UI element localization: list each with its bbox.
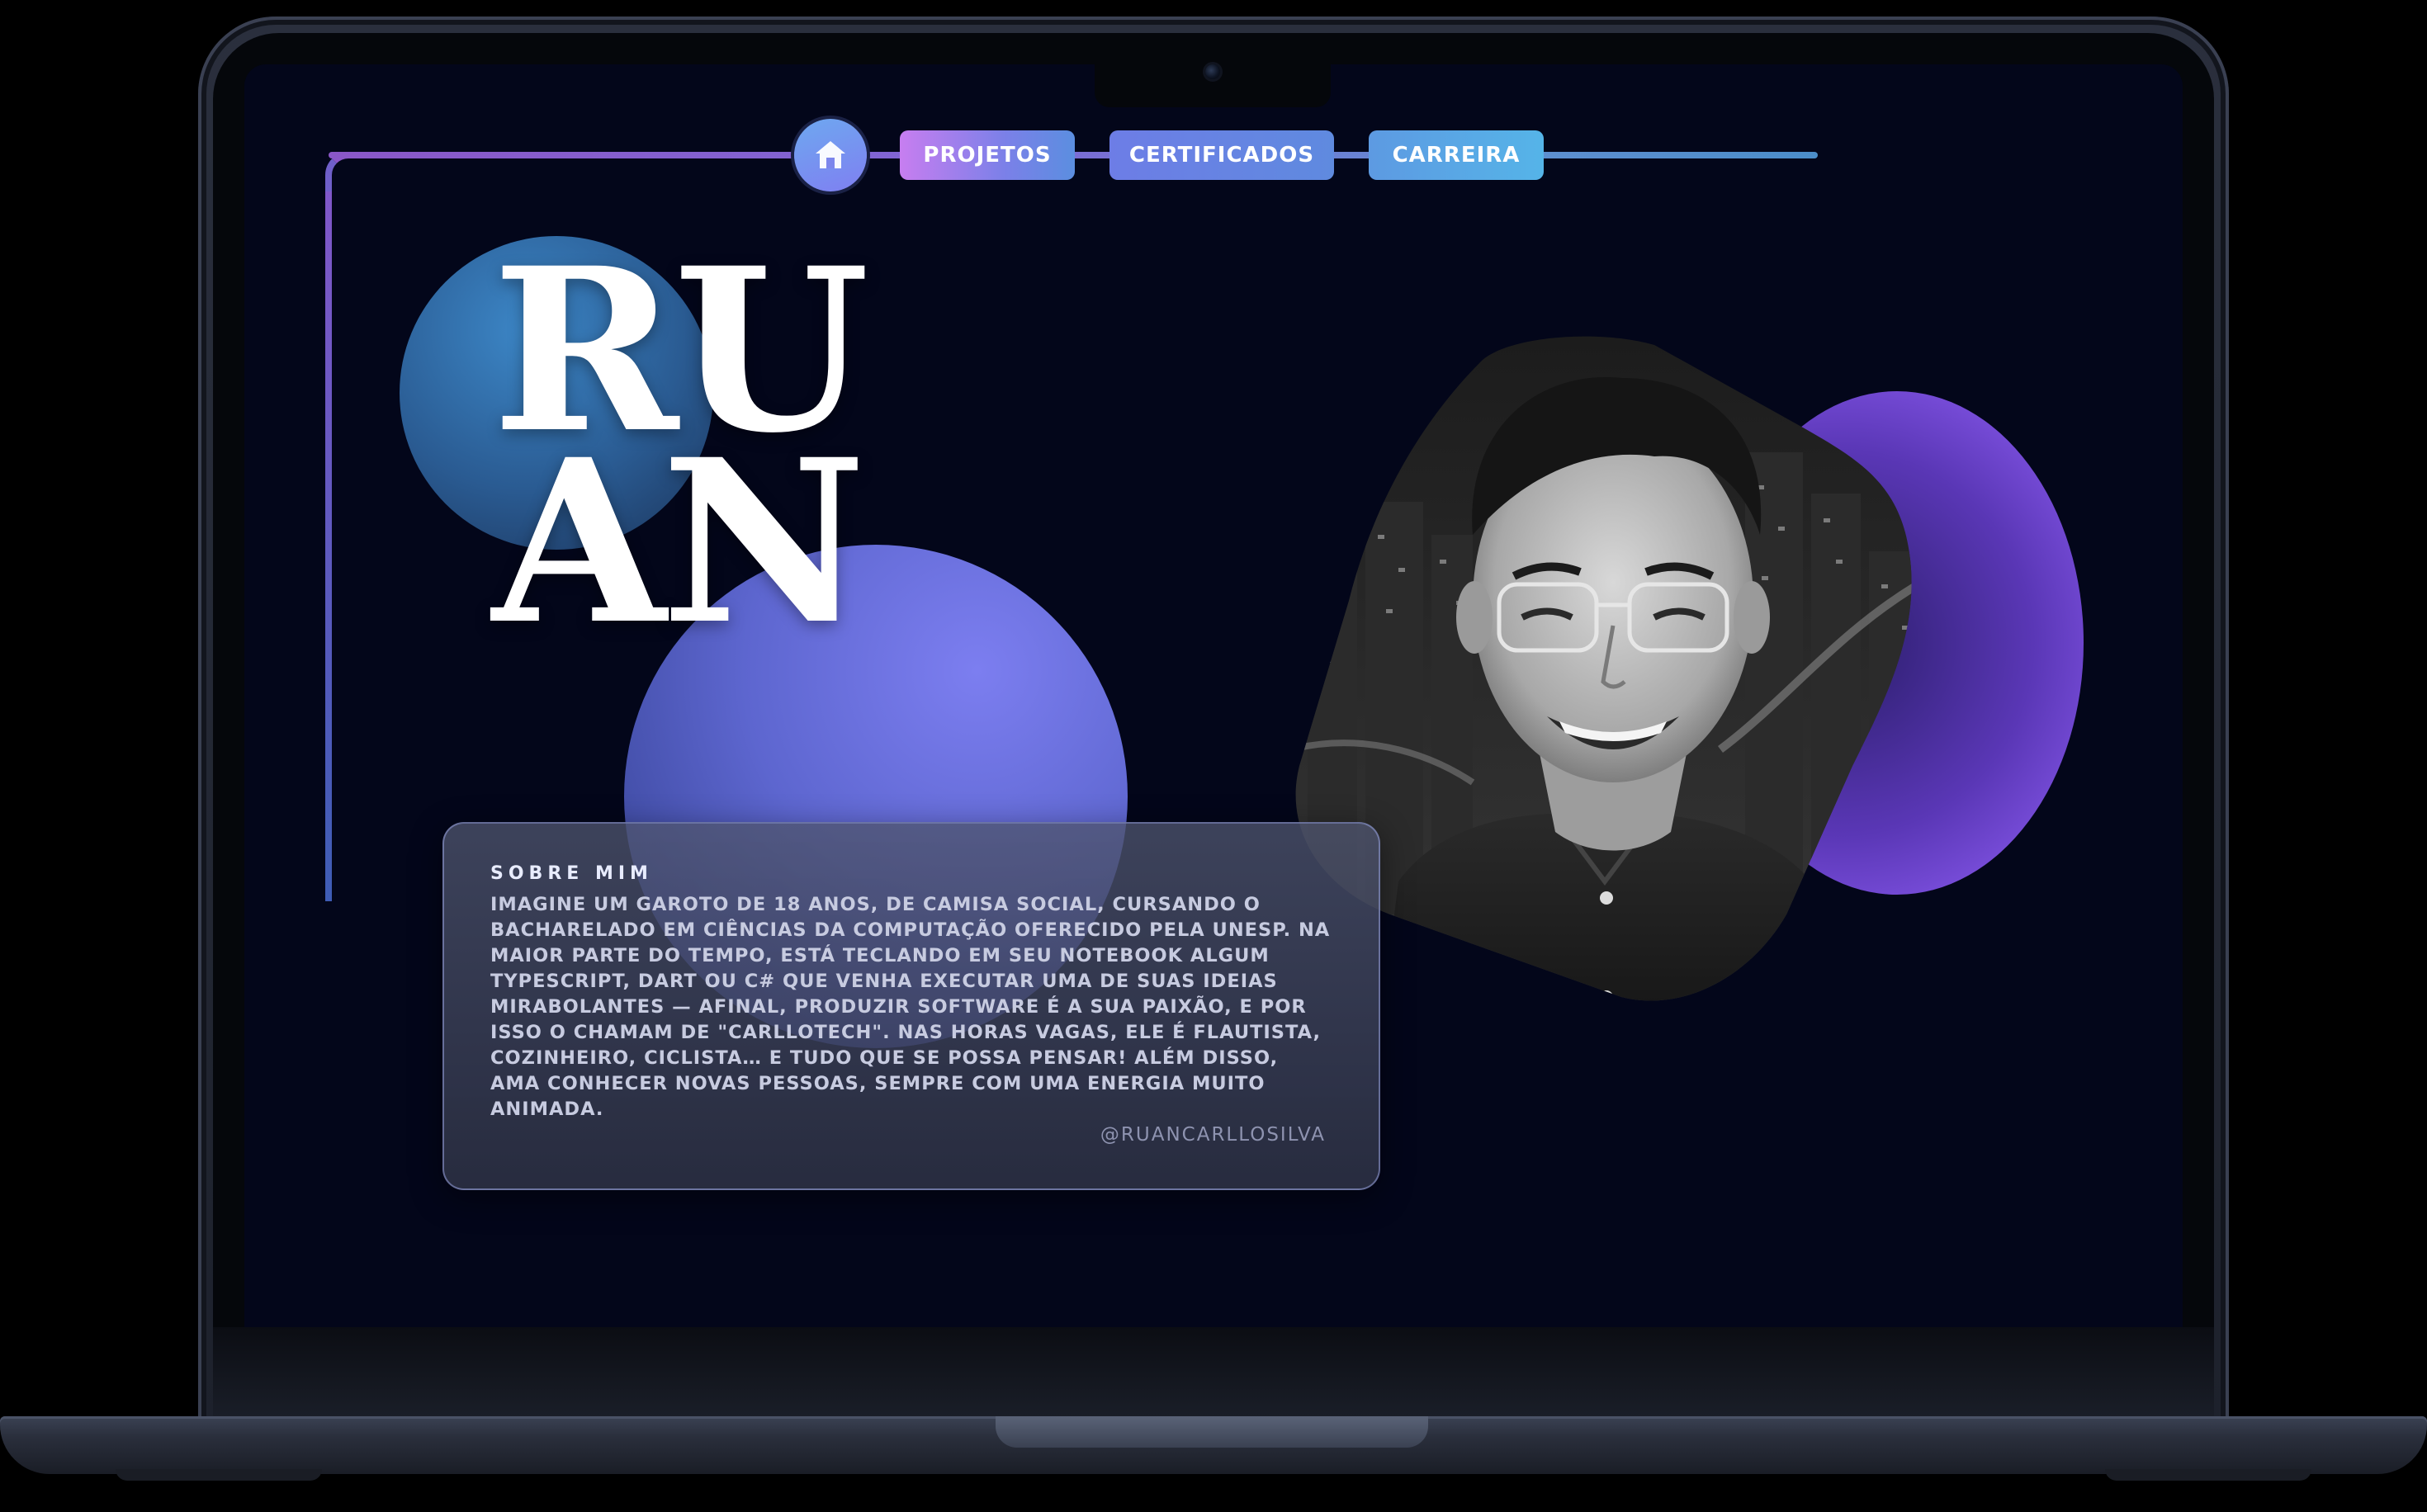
website-screen: PROJETOS CERTIFICADOS CARREIRA RU AN SOB…	[244, 64, 2183, 1327]
social-handle-link[interactable]: @RUANCARLLOSILVA	[1100, 1124, 1326, 1146]
nav-projetos-button[interactable]: PROJETOS	[900, 130, 1075, 180]
laptop-hinge-notch	[996, 1416, 1428, 1448]
laptop-foot-left	[116, 1469, 322, 1481]
screen-chin	[213, 1327, 2214, 1418]
camera-icon	[1205, 64, 1220, 79]
decorative-frame-line-left	[325, 152, 350, 901]
home-icon	[816, 141, 845, 168]
nav-home-button[interactable]	[794, 119, 867, 191]
about-title: SOBRE MIM	[490, 863, 653, 884]
about-card: SOBRE MIM IMAGINE UM GAROTO DE 18 ANOS, …	[442, 822, 1380, 1190]
nav-carreira-button[interactable]: CARREIRA	[1369, 130, 1544, 180]
about-text: IMAGINE UM GAROTO DE 18 ANOS, DE CAMISA …	[490, 894, 1331, 1120]
nav-certificados-button[interactable]: CERTIFICADOS	[1109, 130, 1334, 180]
main-navigation: PROJETOS CERTIFICADOS CARREIRA	[244, 117, 2183, 191]
hero-name: RU AN	[492, 239, 921, 674]
laptop-foot-right	[2105, 1469, 2311, 1481]
hero-name-line2: AN	[492, 411, 867, 674]
